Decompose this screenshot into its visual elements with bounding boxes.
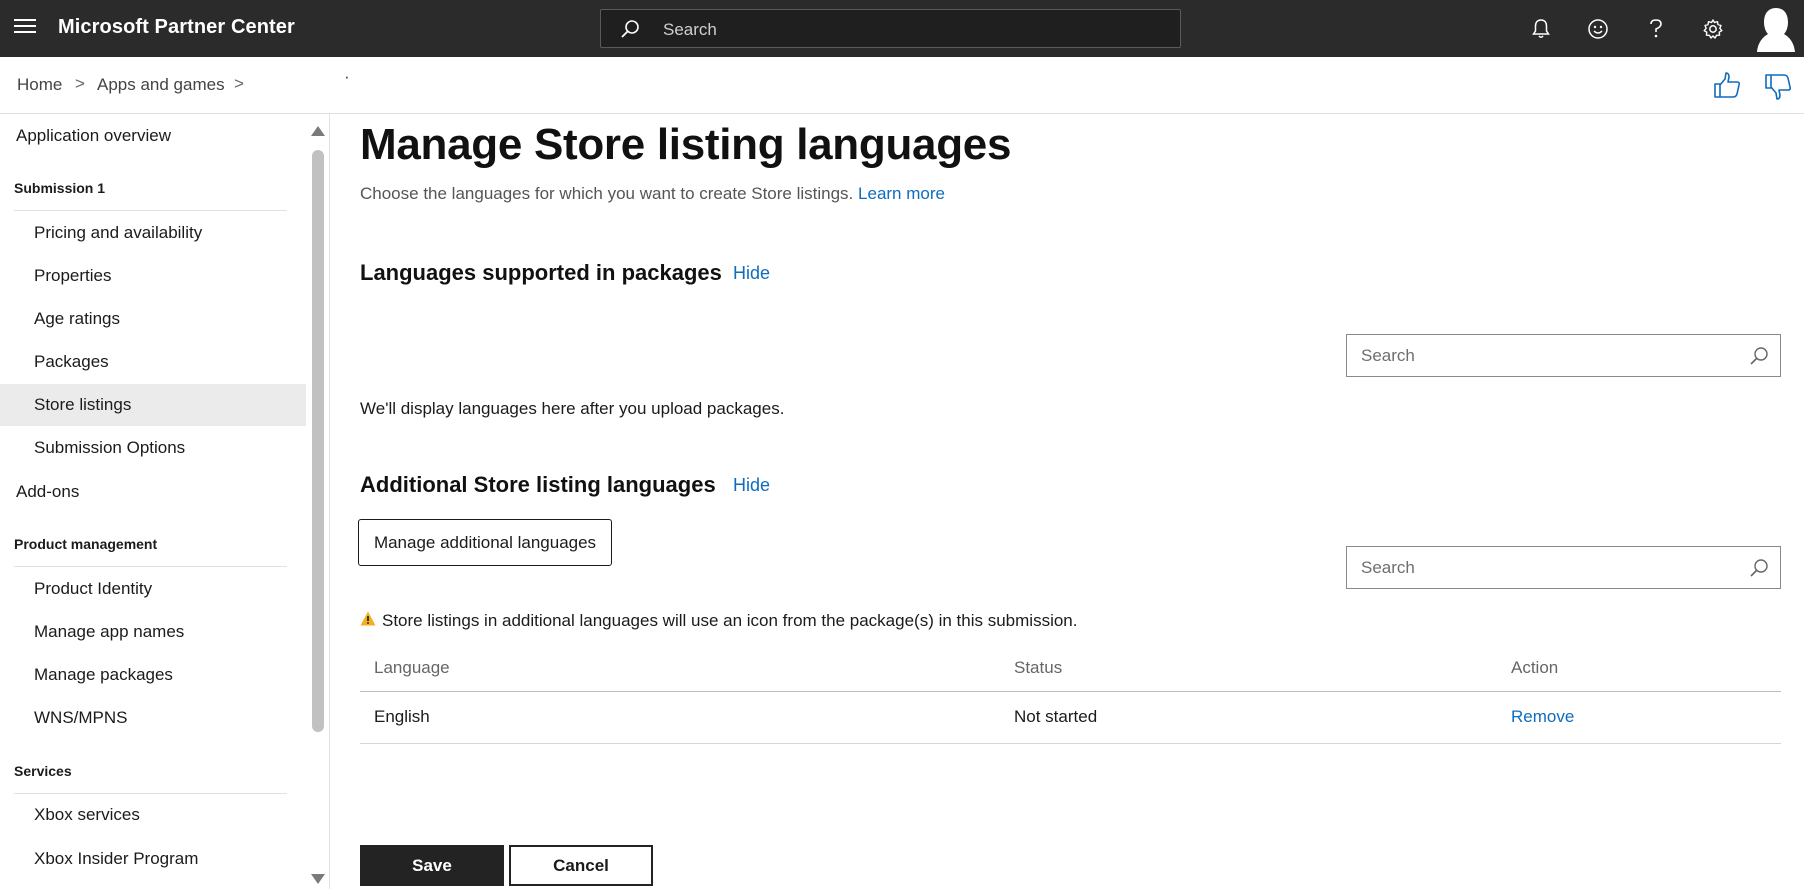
page-description: Choose the languages for which you want … — [360, 184, 945, 204]
cell-language: English — [374, 707, 430, 726]
sidebar-item-application-overview[interactable]: Application overview — [16, 126, 171, 146]
column-header-language: Language — [374, 658, 450, 677]
sidebar-item-xbox-services[interactable]: Xbox services — [0, 794, 306, 836]
learn-more-link[interactable]: Learn more — [858, 184, 945, 203]
breadcrumb: Home > Apps and games > · — [0, 57, 1804, 114]
manage-additional-languages-button[interactable]: Manage additional languages — [358, 519, 612, 566]
breadcrumb-separator: > — [234, 74, 244, 93]
packages-search-input[interactable] — [1347, 335, 1737, 376]
top-bar: Microsoft Partner Center Search — [0, 0, 1804, 57]
icon-warning-message: Store listings in additional languages w… — [360, 611, 1077, 631]
sidebar-scroll-thumb[interactable] — [312, 150, 324, 732]
sidebar-section-services: Services — [14, 763, 72, 779]
breadcrumb-current: · — [344, 67, 350, 86]
column-header-action: Action — [1511, 658, 1559, 677]
breadcrumb-home[interactable]: Home — [17, 75, 62, 95]
global-search-placeholder: Search — [663, 20, 717, 39]
app-title[interactable]: Microsoft Partner Center — [58, 16, 295, 39]
gear-icon[interactable] — [1698, 14, 1728, 44]
additional-search-input[interactable] — [1347, 547, 1737, 588]
search-icon[interactable] — [1748, 557, 1770, 584]
bell-icon[interactable] — [1526, 14, 1556, 44]
packages-section-title: Languages supported in packages — [360, 260, 722, 285]
packages-search-box[interactable] — [1346, 334, 1781, 377]
remove-link[interactable]: Remove — [1511, 707, 1574, 727]
sidebar-item-xbox-insider-program[interactable]: Xbox Insider Program — [0, 838, 306, 880]
sidebar-item-wns-mpns[interactable]: WNS/MPNS — [0, 697, 306, 739]
sidebar-item-product-identity[interactable]: Product Identity — [0, 568, 306, 610]
sidebar-item-manage-packages[interactable]: Manage packages — [0, 654, 306, 696]
cancel-button[interactable]: Cancel — [509, 845, 653, 886]
sidebar-section-product-management: Product management — [14, 536, 158, 552]
sidebar-section-submission: Submission 1 — [14, 180, 106, 196]
additional-search-box[interactable] — [1346, 546, 1781, 589]
scroll-up-arrow-icon[interactable] — [311, 126, 325, 136]
packages-hide-link[interactable]: Hide — [733, 263, 770, 284]
avatar-icon[interactable] — [1756, 6, 1796, 52]
sidebar-item-properties[interactable]: Properties — [0, 255, 306, 297]
breadcrumb-apps-and-games[interactable]: Apps and games — [97, 75, 225, 95]
table-header: Language Status Action — [360, 644, 1781, 692]
languages-table: Language Status Action English Not start… — [360, 644, 1781, 744]
column-header-status: Status — [1014, 658, 1063, 677]
sidebar-item-pricing[interactable]: Pricing and availability — [0, 212, 306, 254]
scroll-down-arrow-icon[interactable] — [311, 874, 325, 884]
main-content: Manage Store listing languages Choose th… — [358, 114, 1781, 889]
sidebar-item-manage-app-names[interactable]: Manage app names — [0, 611, 306, 653]
menu-icon[interactable] — [14, 19, 36, 37]
smiley-icon[interactable] — [1583, 14, 1613, 44]
thumbs-down-icon[interactable] — [1763, 71, 1793, 101]
cell-status: Not started — [1014, 707, 1098, 726]
sidebar-item-add-ons[interactable]: Add-ons — [16, 482, 79, 502]
help-icon[interactable] — [1641, 14, 1671, 44]
warning-icon — [360, 611, 376, 631]
breadcrumb-separator: > — [75, 74, 85, 93]
packages-empty-message: We'll display languages here after you u… — [360, 399, 785, 418]
search-icon — [619, 18, 641, 45]
additional-hide-link[interactable]: Hide — [733, 475, 770, 496]
sidebar: Application overview Submission 1 Pricin… — [0, 114, 330, 889]
additional-section-title: Additional Store listing languages — [360, 472, 716, 497]
page-title: Manage Store listing languages — [360, 120, 1012, 169]
sidebar-item-packages[interactable]: Packages — [0, 341, 306, 383]
thumbs-up-icon[interactable] — [1712, 71, 1742, 101]
sidebar-item-store-listings[interactable]: Store listings — [0, 384, 306, 426]
sidebar-item-submission-options[interactable]: Submission Options — [0, 427, 306, 469]
sidebar-divider — [14, 566, 287, 567]
page-description-text: Choose the languages for which you want … — [360, 184, 854, 203]
warning-text: Store listings in additional languages w… — [382, 611, 1078, 630]
sidebar-item-age-ratings[interactable]: Age ratings — [0, 298, 306, 340]
sidebar-divider — [14, 210, 287, 211]
global-search-box[interactable]: Search — [600, 9, 1181, 48]
search-icon[interactable] — [1748, 345, 1770, 372]
table-row: English Not started Remove — [360, 692, 1781, 744]
save-button[interactable]: Save — [360, 845, 504, 886]
